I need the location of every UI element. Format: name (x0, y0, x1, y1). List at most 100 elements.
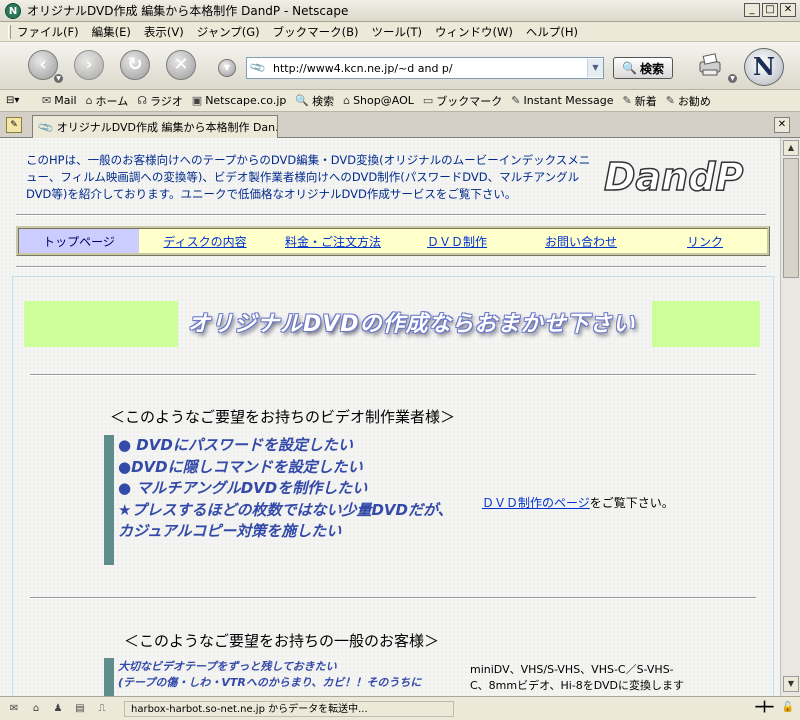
intro-text: このHPは、一般のお客様向けへのテープからのDVD編集・DVD変換(オリジナルの… (26, 153, 591, 201)
window-title: オリジナルDVD作成 編集から本格制作 DandP - Netscape (27, 4, 349, 18)
nav-disc-contents[interactable]: ディスクの内容 (139, 229, 271, 253)
bookmark-search[interactable]: 🔍 検索 (295, 93, 334, 109)
status-bar: ✉ ⌂ ♟ ▤ ⎍ harbox-harbot.so-net.ne.jp からデ… (0, 696, 800, 720)
bookmark-recommend[interactable]: ✎ お勧め (666, 93, 711, 109)
menu-go[interactable]: ジャンプ(G) (197, 24, 260, 40)
dandp-logo: DandP (603, 154, 744, 200)
forward-arrow-icon: › (85, 54, 93, 75)
nav-contact[interactable]: お問い合わせ (519, 229, 643, 253)
folder-icon: ▭ (422, 94, 434, 107)
banner-heading: オリジナルDVDの作成ならおまかせ下さい (188, 312, 636, 337)
menu-tools[interactable]: ツール(T) (372, 24, 423, 40)
site-navigation: トップページ ディスクの内容 料金・ご注文方法 ＤＶＤ制作 お問い合わせ リンク (16, 226, 770, 256)
reload-button[interactable]: ↻ (120, 50, 150, 80)
url-input[interactable]: http://www4.kcn.ne.jp/~d and p/ (273, 62, 587, 75)
my-netscape-icon: ▣ (191, 94, 203, 107)
offline-icon[interactable]: ⎍ (94, 702, 110, 716)
link-icon: ✎ (665, 94, 675, 107)
stop-button[interactable]: ✕ (166, 50, 196, 80)
list-item: ● DVDにパスワードを設定したい (118, 436, 353, 454)
menu-window[interactable]: ウィンドウ(W) (435, 24, 513, 40)
list-item: (テープの傷・しわ・VTRへのからまり、カビ！！そのうちに (118, 676, 422, 689)
search-button[interactable]: 🔍 検索 (613, 57, 673, 79)
supported-formats-text: miniDV、VHS/S-VHS、VHS-C／S-VHS-C、8mmビデオ、Hi… (470, 663, 685, 692)
bookmark-folder-bookmarks[interactable]: ▭ ブックマーク (423, 93, 502, 109)
dvd-page-reference: ＤＶＤ制作のページをご覧下さい。 (482, 494, 674, 511)
tab-current[interactable]: 📎 オリジナルDVD作成 編集から本格制作 Dan... (32, 115, 278, 138)
dvd-production-link[interactable]: ＤＶＤ制作のページ (482, 496, 590, 510)
navigation-toolbar: ‹ ▼ › ↻ ✕ ▼ 📎 http://www4.kcn.ne.jp/~d a… (0, 42, 800, 90)
nav-dvd-production[interactable]: ＤＶＤ制作 (395, 229, 519, 253)
vertical-scrollbar[interactable]: ▲ ▼ (780, 138, 800, 696)
divider (30, 597, 756, 599)
bookmark-new[interactable]: ✎ 新着 (623, 93, 657, 109)
title-bar: N オリジナルDVD作成 編集から本格制作 DandP - Netscape _… (0, 0, 800, 22)
home-icon: ⌂ (85, 94, 93, 107)
netscape-logo-icon[interactable]: N (744, 48, 784, 86)
banner-block-right (652, 301, 760, 347)
close-tab-icon[interactable]: ✕ (774, 117, 790, 133)
back-history-dropdown[interactable]: ▼ (54, 74, 63, 83)
minimize-button[interactable]: _ (744, 3, 760, 17)
menu-view[interactable]: 表示(V) (144, 24, 184, 40)
scroll-thumb[interactable] (783, 158, 799, 278)
page-proxy-icon[interactable]: 📎 (248, 58, 267, 77)
bookmark-shop-aol[interactable]: ⌂ Shop@AOL (343, 94, 414, 107)
bookmark-mail[interactable]: ✉ Mail (42, 94, 77, 107)
status-indicators: ━╋━ 🔓 (755, 702, 794, 713)
url-bar[interactable]: 📎 http://www4.kcn.ne.jp/~d and p/ ▼ (246, 57, 604, 79)
divider (30, 374, 756, 376)
print-icon[interactable] (696, 52, 724, 78)
mail-status-icon[interactable]: ✉ (6, 702, 22, 716)
link-icon: ✎ (511, 94, 521, 107)
composer-icon[interactable]: ⌂ (28, 702, 44, 716)
list-item: ●DVDに隠しコマンドを設定したい (118, 457, 363, 476)
headphones-icon: ☊ (137, 94, 147, 107)
toolbar-grip[interactable] (8, 24, 11, 39)
section1-bullet-list: ● DVDにパスワードを設定したい ●DVDに隠しコマンドを設定したい ● マル… (104, 435, 464, 565)
connection-icon: ━╋━ (755, 702, 774, 713)
menu-bar: ファイル(F) 編集(E) 表示(V) ジャンプ(G) ブックマーク(B) ツー… (0, 22, 800, 42)
page-viewport: このHPは、一般のお客様向けへのテープからのDVD編集・DVD変換(オリジナルの… (0, 138, 780, 696)
print-dropdown[interactable]: ▼ (728, 74, 737, 83)
search-button-label: 検索 (639, 61, 664, 76)
new-tab-icon[interactable]: ✎ (6, 117, 22, 133)
stop-icon: ✕ (173, 54, 189, 75)
divider (16, 214, 766, 216)
svg-text:DandP: DandP (604, 155, 743, 199)
scroll-down-button[interactable]: ▼ (783, 676, 799, 692)
menu-file[interactable]: ファイル(F) (17, 24, 79, 40)
menu-bookmarks[interactable]: ブックマーク(B) (273, 24, 359, 40)
url-history-button[interactable]: ▼ (218, 59, 236, 77)
tab-bar: ✎ 📎 オリジナルDVD作成 編集から本格制作 Dan... ✕ (0, 112, 800, 138)
addressbook-icon[interactable]: ▤ (72, 702, 88, 716)
window-controls: _ □ ✕ (744, 3, 796, 17)
maximize-button[interactable]: □ (762, 3, 778, 17)
menu-edit[interactable]: 編集(E) (92, 24, 131, 40)
page-icon: 📎 (36, 117, 56, 137)
bookmark-instant-message[interactable]: ✎ Instant Message (511, 94, 613, 107)
divider (16, 266, 766, 268)
dvd-link-suffix: をご覧下さい。 (589, 496, 674, 510)
search-icon: 🔍 (295, 94, 310, 107)
menu-help[interactable]: ヘルプ(H) (526, 24, 578, 40)
back-arrow-icon: ‹ (39, 54, 47, 75)
scroll-up-button[interactable]: ▲ (783, 140, 799, 156)
bookmark-home[interactable]: ⌂ ホーム (86, 93, 129, 109)
nav-pricing-order[interactable]: 料金・ご注文方法 (271, 229, 395, 253)
reload-icon: ↻ (127, 54, 143, 75)
aim-icon[interactable]: ♟ (50, 702, 66, 716)
forward-button[interactable]: › (74, 50, 104, 80)
list-item: ★プレスするほどの枚数ではない少量DVDだが、 (118, 500, 453, 519)
url-dropdown-arrow[interactable]: ▼ (587, 59, 603, 77)
status-text: harbox-harbot.so-net.ne.jp からデータを転送中... (124, 700, 454, 717)
section1-heading: ＜このようなご要望をお持ちのビデオ制作業者様＞ (110, 408, 456, 426)
close-button[interactable]: ✕ (780, 3, 796, 17)
nav-top-page[interactable]: トップページ (19, 229, 139, 253)
list-item: カジュアルコピー対策を施したい (118, 522, 342, 540)
home-tab-icon[interactable]: ⊟▾ (6, 93, 28, 109)
bookmark-radio[interactable]: ☊ ラジオ (137, 93, 183, 109)
bookmark-netscape[interactable]: ▣ Netscape.co.jp (192, 94, 287, 107)
nav-links[interactable]: リンク (643, 229, 767, 253)
netscape-app-icon[interactable]: N (5, 2, 21, 19)
